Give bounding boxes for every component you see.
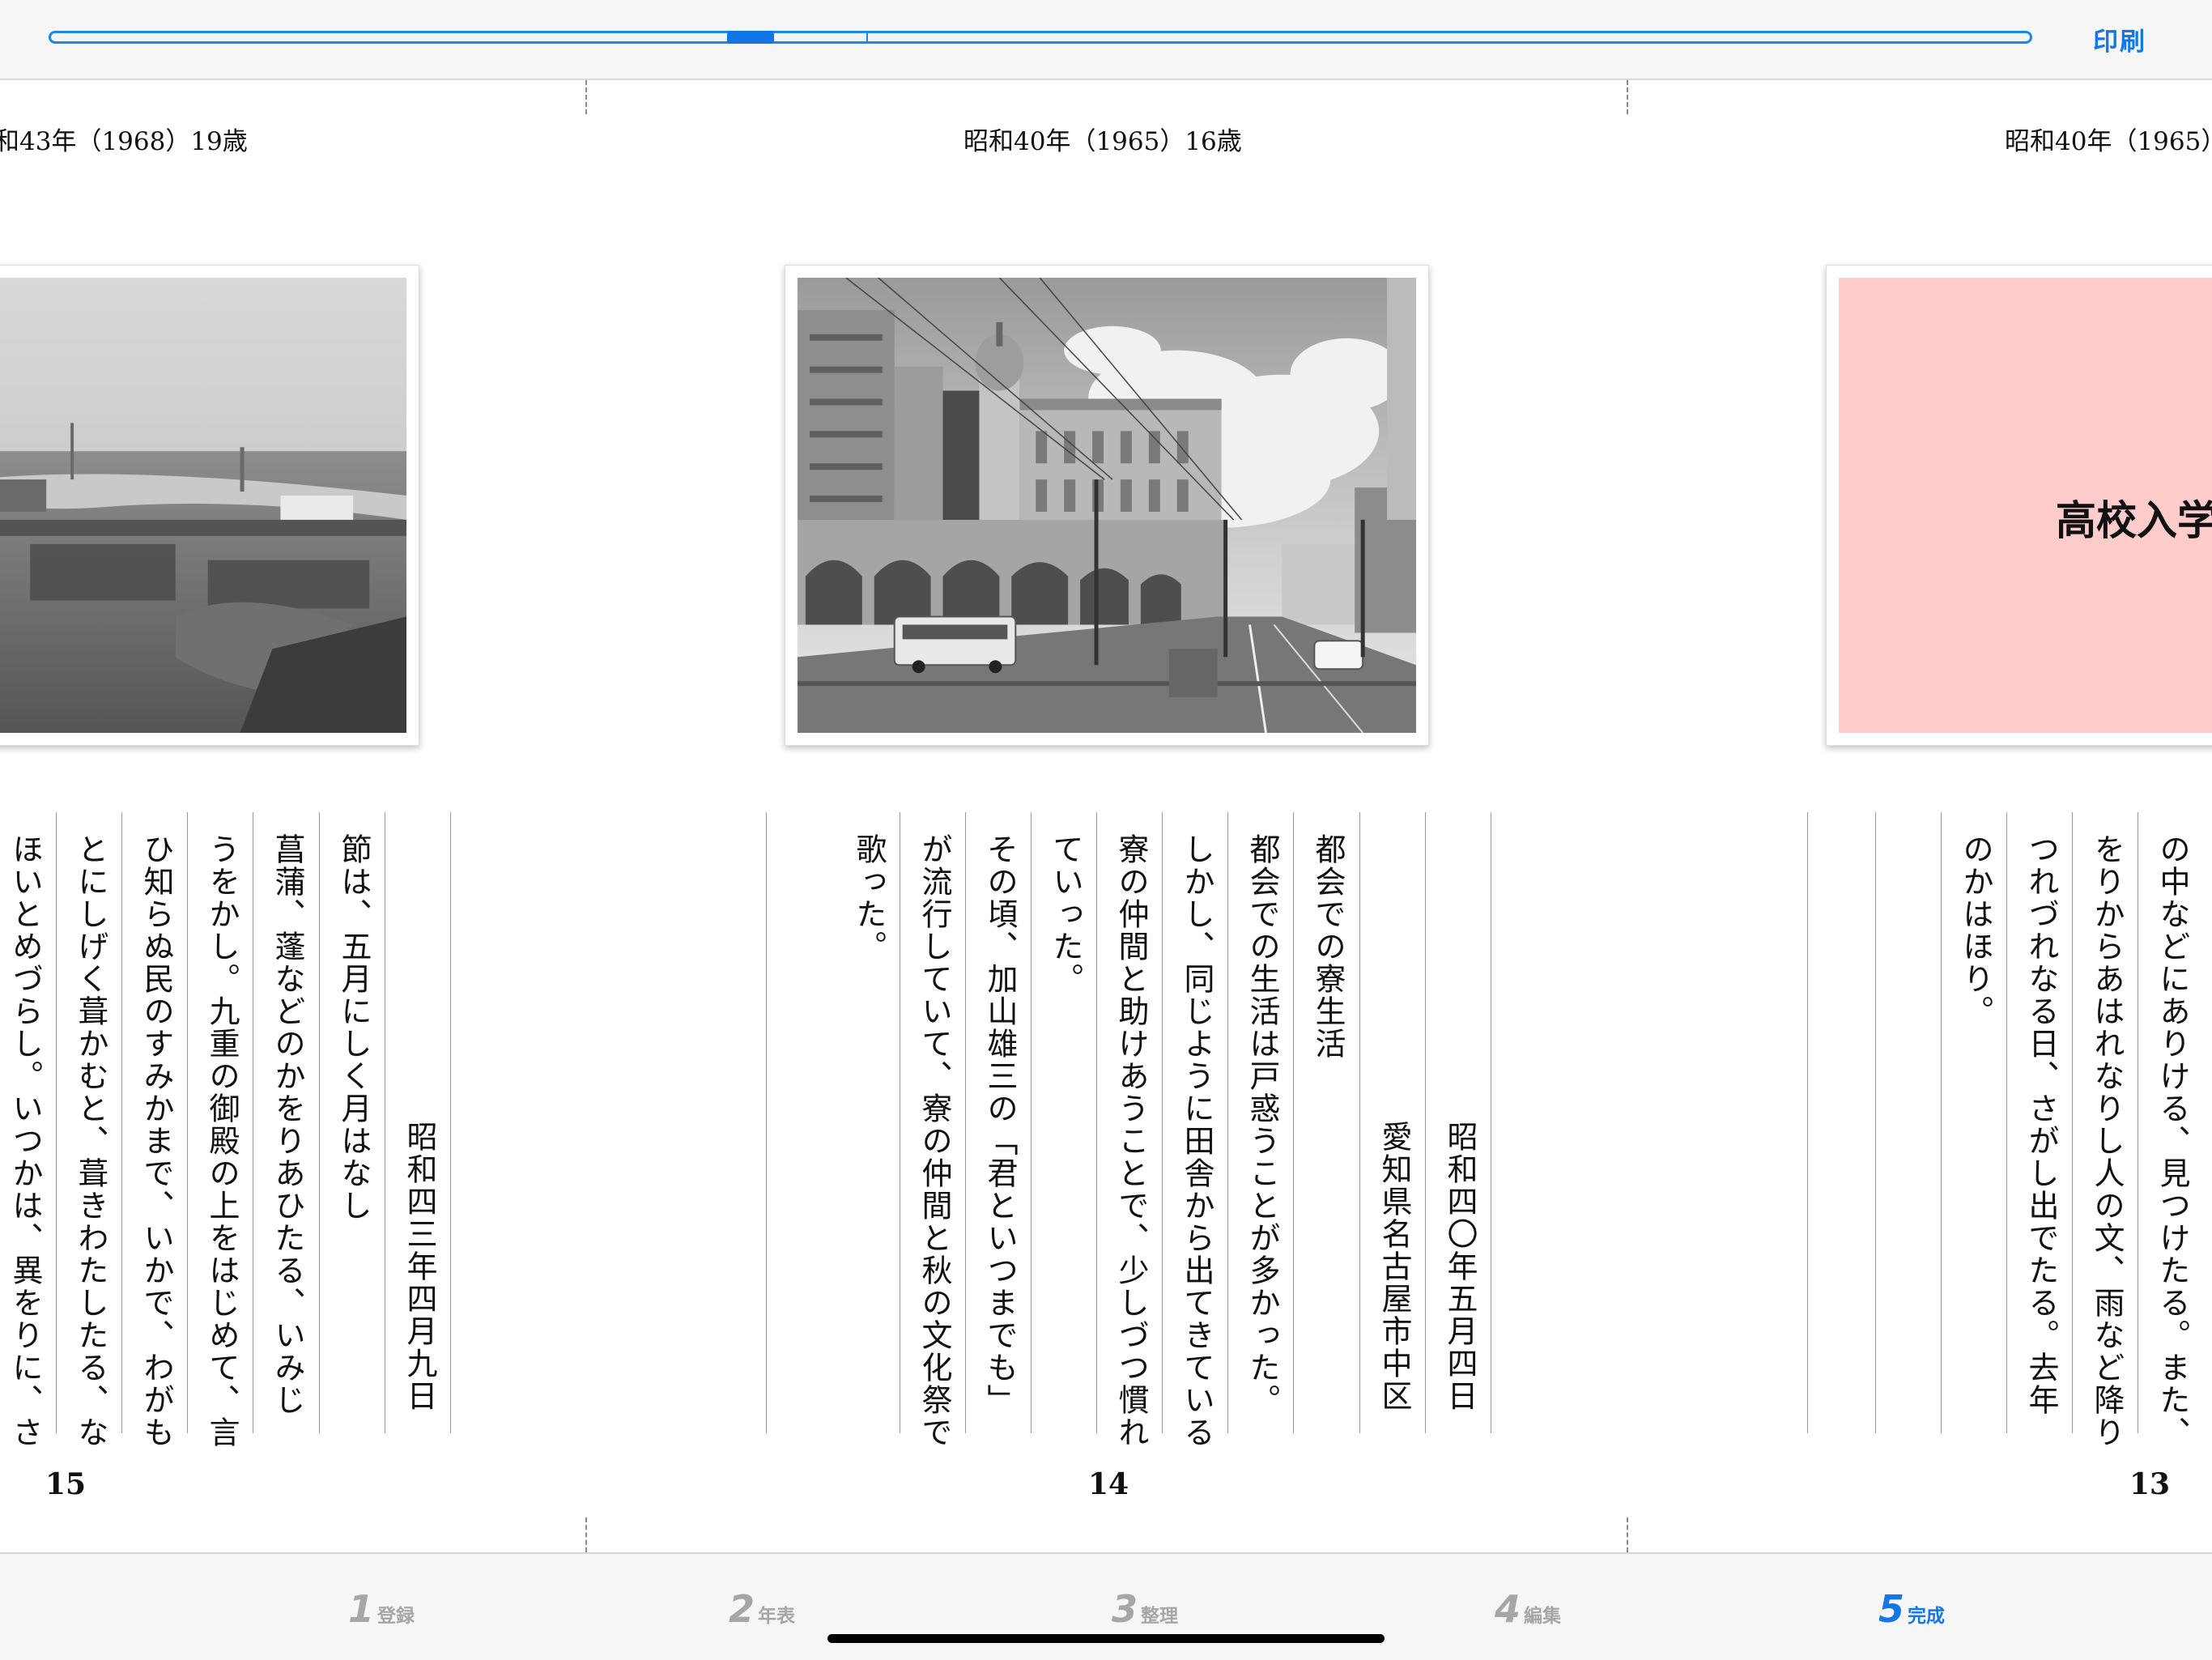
text-line: 歌った。 — [851, 833, 887, 963]
home-indicator — [827, 1634, 1385, 1643]
photo-frame[interactable] — [0, 265, 419, 746]
page-scrubber[interactable] — [49, 31, 2032, 44]
page-header: 昭和40年（1965） — [2005, 127, 2212, 156]
page-15: 昭和43年（1968）19歳 — [0, 80, 586, 1552]
page-number: 14 — [1088, 1467, 1129, 1501]
top-toolbar: 印刷 — [0, 0, 2212, 80]
tab-edit[interactable]: 4 編集 — [1495, 1587, 1561, 1631]
book-spread[interactable]: 昭和43年（1968）19歳 — [0, 80, 2212, 1552]
photo-frame[interactable] — [785, 265, 1429, 746]
page-13: 昭和40年（1965） 高校入学 の中などにありける、見つけたる。また、 をりか… — [1627, 80, 2212, 1552]
title-card: 高校入学 — [1839, 278, 2212, 733]
text-line: とにしげく葺かむと、葺きわたしたる、な — [73, 833, 108, 1449]
page-number: 13 — [2129, 1467, 2171, 1501]
entry-date: 昭和四〇年五月四日 — [1442, 1121, 1478, 1412]
text-line: のかはほり。 — [1958, 833, 1993, 1028]
text-line: ほいとめづらし。いつかは、異をりに、さ — [7, 833, 43, 1449]
print-button[interactable]: 印刷 — [2093, 21, 2146, 57]
text-line: をりからあはれなりし人の文、雨など降り — [2089, 833, 2125, 1449]
tab-number: 5 — [1878, 1587, 1905, 1631]
text-line: その頃、加山雄三の「君といつまでも」 — [982, 833, 1018, 1416]
text-line: の中などにありける、見つけたる。また、 — [2155, 833, 2190, 1449]
tab-register[interactable]: 1 登録 — [348, 1587, 415, 1631]
entry-location: 愛知県名古屋市中区 — [1376, 1121, 1412, 1412]
text-line: 節は、五月にしく月はなし — [336, 833, 372, 1222]
text-line: 寮の仲間と助けあうことで、少しづつ慣れ — [1113, 833, 1149, 1449]
scrubber-tick — [866, 33, 868, 41]
text-line: ていった。 — [1048, 833, 1083, 995]
tab-number: 2 — [729, 1587, 755, 1631]
entry-date: 昭和四三年四月九日 — [402, 1121, 437, 1412]
text-line: 菖蒲、蓬などのかをりあひたる、いみじ — [270, 833, 305, 1416]
tab-label: 編集 — [1524, 1606, 1562, 1627]
text-line: しかし、同じように田舎から出てきている — [1179, 833, 1214, 1449]
tab-organize[interactable]: 3 整理 — [1112, 1587, 1178, 1631]
tab-timeline[interactable]: 2 年表 — [729, 1587, 795, 1631]
street-scene-photo — [798, 278, 1416, 733]
tab-label: 完成 — [1908, 1606, 1946, 1627]
tab-number: 1 — [348, 1587, 375, 1631]
title-card-frame[interactable]: 高校入学 — [1826, 265, 2212, 746]
tab-label: 年表 — [758, 1606, 796, 1627]
scrubber-thumb[interactable] — [727, 31, 774, 44]
text-line: ひ知らぬ民のすみかまで、いかで、わがも — [138, 833, 174, 1449]
tab-label: 整理 — [1141, 1606, 1179, 1627]
step-tab-bar: 1 登録 2 年表 3 整理 4 編集 5 完成 — [0, 1552, 2212, 1660]
page-14: 昭和40年（1965）16歳 昭和四〇年五月四日 愛知県名古屋市中区 都会での寮… — [586, 80, 1627, 1552]
page-header: 昭和43年（1968）19歳 — [0, 127, 248, 156]
tab-number: 3 — [1112, 1587, 1138, 1631]
tab-complete[interactable]: 5 完成 — [1878, 1587, 1945, 1631]
tab-number: 4 — [1495, 1587, 1521, 1631]
text-line: 都会での生活は戸惑うことが多かった。 — [1244, 833, 1280, 1416]
industrial-city-photo — [0, 278, 406, 733]
page-number: 15 — [45, 1467, 87, 1501]
page-header: 昭和40年（1965）16歳 — [963, 127, 1242, 156]
text-line: が流行していて、寮の仲間と秋の文化祭で — [917, 833, 952, 1449]
text-line: つれづれなる日、さがし出でたる。去年 — [2023, 833, 2059, 1416]
text-line: うをかし。九重の御殿の上をはじめて、言 — [204, 833, 240, 1449]
entry-title: 都会での寮生活 — [1310, 833, 1346, 1060]
tab-label: 登録 — [377, 1606, 415, 1627]
card-title: 高校入学 — [2056, 497, 2212, 544]
